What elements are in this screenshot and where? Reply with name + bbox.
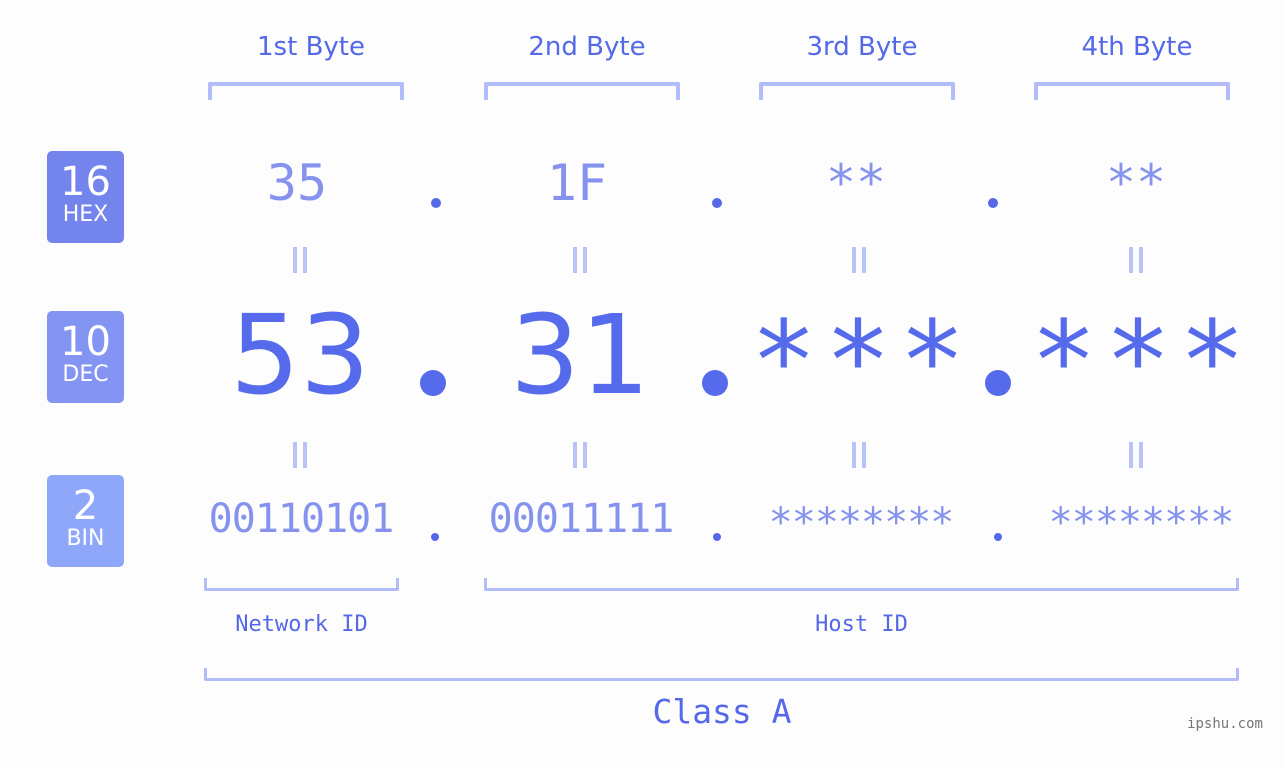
equals-icon — [1128, 442, 1144, 468]
hex-byte-4: ** — [1105, 154, 1167, 212]
hex-byte-3: ** — [825, 154, 887, 212]
equals-icon — [572, 247, 588, 273]
byte-bracket-4 — [1034, 82, 1230, 100]
hex-byte-1: 35 — [266, 154, 328, 212]
hex-byte-2: 1F — [546, 154, 608, 212]
bin-dot-1 — [431, 533, 439, 541]
equals-icon — [851, 442, 867, 468]
byte-bracket-2 — [484, 82, 680, 100]
bin-dot-3 — [994, 533, 1002, 541]
hex-dot-2 — [712, 198, 722, 208]
class-bracket — [204, 668, 1239, 681]
bin-byte-1: 00110101 — [208, 496, 395, 542]
bin-byte-2: 00011111 — [488, 496, 675, 542]
byte-header-2: 2nd Byte — [528, 32, 646, 62]
bin-byte-4: ******** — [1048, 500, 1235, 546]
byte-header-3: 3rd Byte — [806, 32, 918, 62]
network-id-bracket — [204, 578, 399, 591]
bin-badge-base: 2 — [72, 483, 99, 529]
dec-badge: 10 DEC — [47, 311, 124, 403]
network-id-label: Network ID — [235, 612, 368, 637]
equals-icon — [292, 247, 308, 273]
dec-dot-2 — [702, 370, 728, 396]
dec-byte-2: 31 — [510, 291, 650, 419]
bin-badge-label: BIN — [66, 526, 105, 551]
dec-badge-label: DEC — [62, 362, 109, 387]
watermark: ipshu.com — [1187, 716, 1263, 732]
byte-header-4: 4th Byte — [1081, 32, 1193, 62]
dec-dot-3 — [985, 370, 1011, 396]
class-label: Class A — [652, 692, 792, 731]
dec-badge-base: 10 — [60, 319, 111, 365]
byte-header-1: 1st Byte — [257, 32, 365, 62]
byte-bracket-1 — [208, 82, 404, 100]
bin-byte-3: ******** — [768, 500, 955, 546]
host-id-label: Host ID — [815, 612, 908, 637]
hex-badge-label: HEX — [62, 202, 109, 227]
equals-icon — [572, 442, 588, 468]
hex-dot-1 — [431, 198, 441, 208]
dec-byte-3: *** — [750, 297, 974, 425]
equals-icon — [851, 247, 867, 273]
bin-badge: 2 BIN — [47, 475, 124, 567]
equals-icon — [1128, 247, 1144, 273]
hex-badge: 16 HEX — [47, 151, 124, 243]
dec-byte-4: *** — [1030, 297, 1254, 425]
dec-dot-1 — [420, 370, 446, 396]
hex-dot-3 — [988, 198, 998, 208]
equals-icon — [292, 442, 308, 468]
host-id-bracket — [484, 578, 1239, 591]
bin-dot-2 — [713, 533, 721, 541]
hex-badge-base: 16 — [60, 159, 111, 205]
dec-byte-1: 53 — [230, 291, 370, 419]
byte-bracket-3 — [759, 82, 955, 100]
